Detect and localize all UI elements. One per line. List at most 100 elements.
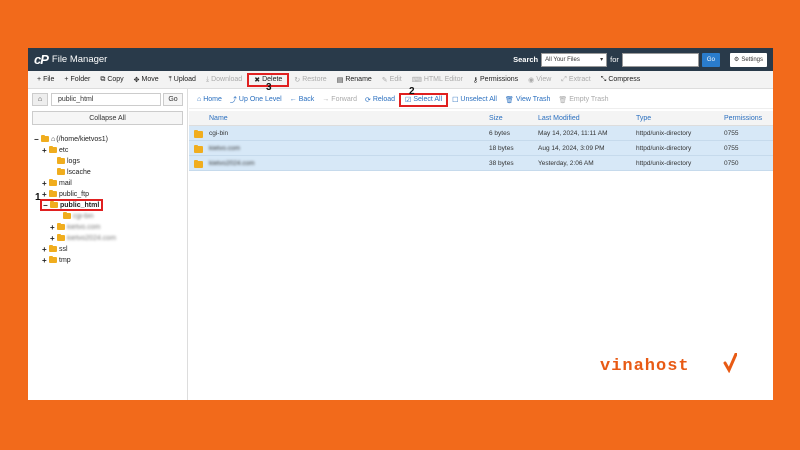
tree-item[interactable]: logs xyxy=(50,156,80,166)
move-button[interactable]: ✥ Move xyxy=(129,73,164,87)
tree-item[interactable]: − public_html xyxy=(40,199,104,211)
copy-button[interactable]: ⧉ Copy xyxy=(95,73,128,87)
home-button[interactable]: ⌂ Home xyxy=(193,93,226,107)
empty-trash-button[interactable]: 🗑 Empty Trash xyxy=(554,93,612,107)
cell-type: httpd/unix-directory xyxy=(636,145,692,152)
folder-icon xyxy=(194,159,203,168)
settings-button[interactable]: ⚙ Settings xyxy=(729,52,767,67)
tree-item[interactable]: cgi-bin xyxy=(56,211,94,221)
nav-label: Home xyxy=(203,96,222,103)
tree-item[interactable]: + public_ftp xyxy=(42,189,89,199)
tree-item[interactable]: + etc xyxy=(42,145,68,155)
rename-icon: ▤ xyxy=(336,76,344,84)
tree-item-label: mail xyxy=(59,179,72,187)
empty-trash-icon: 🗑 xyxy=(558,96,568,104)
toolbar-label: Move xyxy=(141,76,159,83)
column-header-permissions[interactable]: Permissions xyxy=(724,115,762,122)
search-scope-select[interactable]: All Your Files ▾ xyxy=(541,52,608,67)
file-table: Name Size Last Modified Type Permissions cgi… xyxy=(189,111,773,171)
up-one-level-button[interactable]: ⤴ Up One Level xyxy=(226,93,286,107)
html-editor-icon: ⌨ xyxy=(411,76,422,84)
home-icon[interactable]: ⌂ xyxy=(32,93,48,106)
view-button[interactable]: ◉ View xyxy=(523,73,556,87)
search-go-button[interactable]: Go xyxy=(701,52,720,67)
tree-item[interactable]: + kietvo.com xyxy=(50,222,100,232)
for-label: for xyxy=(610,55,619,64)
nav-bar: ⌂ Home ⤴ Up One Level ← Back → Forward ⟳ Reload ☑ S… xyxy=(189,91,773,109)
cell-name: kietvo.com xyxy=(209,145,241,152)
expand-icon[interactable]: + xyxy=(50,234,57,243)
table-row[interactable]: kietvo2024.com 38 bytes Yesterday, 2:06 AM… xyxy=(189,156,773,171)
copy-icon: ⧉ xyxy=(100,75,106,83)
expand-icon[interactable]: + xyxy=(42,146,49,155)
permissions-button[interactable]: ⚷ Permissions xyxy=(468,73,523,87)
collapse-all-button[interactable]: Collapse All xyxy=(32,111,183,125)
reload-icon: ⟳ xyxy=(364,96,371,104)
tree-item[interactable]: + ssl xyxy=(42,244,68,254)
toolbar-label: Compress xyxy=(608,76,641,83)
table-header: Name Size Last Modified Type Permissions xyxy=(189,111,773,126)
collapse-icon[interactable]: − xyxy=(43,201,50,210)
collapse-icon[interactable]: − xyxy=(34,135,41,144)
toolbar-label: Restore xyxy=(302,76,327,83)
select-all-button[interactable]: ☑ Select All xyxy=(399,92,449,107)
rename-button[interactable]: ▤ Rename xyxy=(332,73,377,87)
unselect-all-button[interactable]: ☐ Unselect All xyxy=(448,93,501,107)
tree-item[interactable]: + tmp xyxy=(42,255,71,265)
home-icon: ⌂ xyxy=(51,135,56,143)
file-button[interactable]: + File xyxy=(32,73,59,87)
toolbar-label: Extract xyxy=(568,76,591,83)
path-input[interactable]: public_html xyxy=(51,93,161,106)
expand-icon[interactable]: + xyxy=(50,223,57,232)
toolbar-label: Download xyxy=(211,76,243,83)
table-row[interactable]: cgi-bin 6 bytes May 14, 2024, 11:11 AM http… xyxy=(189,126,773,141)
compress-button[interactable]: ⤡ Compress xyxy=(596,73,646,87)
folder-button[interactable]: + Folder xyxy=(59,73,95,87)
unselect-all-icon: ☐ xyxy=(452,96,459,104)
expand-icon[interactable]: + xyxy=(42,256,49,265)
back-button[interactable]: ← Back xyxy=(286,93,319,107)
tree-item[interactable]: lscache xyxy=(50,167,91,177)
upload-button[interactable]: ⤒ Upload xyxy=(164,73,201,87)
tree-item[interactable]: + mail xyxy=(42,178,72,188)
download-button[interactable]: ⤓ Download xyxy=(201,73,247,87)
nav-label: Reload xyxy=(372,96,396,103)
reload-button[interactable]: ⟳ Reload xyxy=(361,93,399,107)
folder-icon xyxy=(49,244,57,252)
view-trash-button[interactable]: 🗑 View Trash xyxy=(501,93,554,107)
nav-label: Empty Trash xyxy=(569,96,609,103)
extract-button[interactable]: ⤢ Extract xyxy=(556,73,595,87)
top-bar: cP File Manager Search All Your Files ▾ … xyxy=(28,48,773,71)
upload-icon: ⤒ xyxy=(168,75,172,83)
tree-item[interactable]: + kietvo2024.com xyxy=(50,233,116,243)
column-header-type[interactable]: Type xyxy=(636,115,651,122)
expand-icon[interactable]: + xyxy=(42,190,49,199)
expand-icon[interactable]: + xyxy=(42,245,49,254)
html-editor-button[interactable]: ⌨ HTML Editor xyxy=(407,73,468,87)
folder-icon: + xyxy=(64,76,69,83)
tree-item-label: ssl xyxy=(59,245,68,253)
forward-button[interactable]: → Forward xyxy=(318,93,361,107)
cell-modified: Aug 14, 2024, 3:09 PM xyxy=(538,145,605,152)
expand-icon[interactable]: + xyxy=(42,179,49,188)
folder-icon xyxy=(194,129,203,138)
folder-icon xyxy=(50,200,58,208)
search-input[interactable] xyxy=(621,52,699,67)
tree-item-label: cgi-bin xyxy=(73,212,94,220)
tree-item[interactable]: − ⌂ (/home/kietvos1) xyxy=(34,134,108,144)
column-header-size[interactable]: Size xyxy=(489,115,503,122)
table-row[interactable]: kietvo.com 18 bytes Aug 14, 2024, 3:09 PM h… xyxy=(189,141,773,156)
column-header-name[interactable]: Name xyxy=(209,115,228,122)
permissions-icon: ⚷ xyxy=(472,76,479,84)
step-2-callout: 2 xyxy=(409,86,415,97)
column-header-last-modified[interactable]: Last Modified xyxy=(538,115,580,122)
path-go-button[interactable]: Go xyxy=(163,93,183,106)
nav-label: Select All xyxy=(413,96,443,103)
restore-button[interactable]: ↻ Restore xyxy=(289,73,331,87)
tree-item-label: (/home/kietvos1) xyxy=(56,135,108,143)
edit-button[interactable]: ✎ Edit xyxy=(377,73,407,87)
home-icon: ⌂ xyxy=(197,96,202,103)
folder-icon xyxy=(49,145,57,153)
file-manager-window: cP File Manager Search All Your Files ▾ … xyxy=(28,48,773,400)
forward-icon: → xyxy=(322,96,330,103)
